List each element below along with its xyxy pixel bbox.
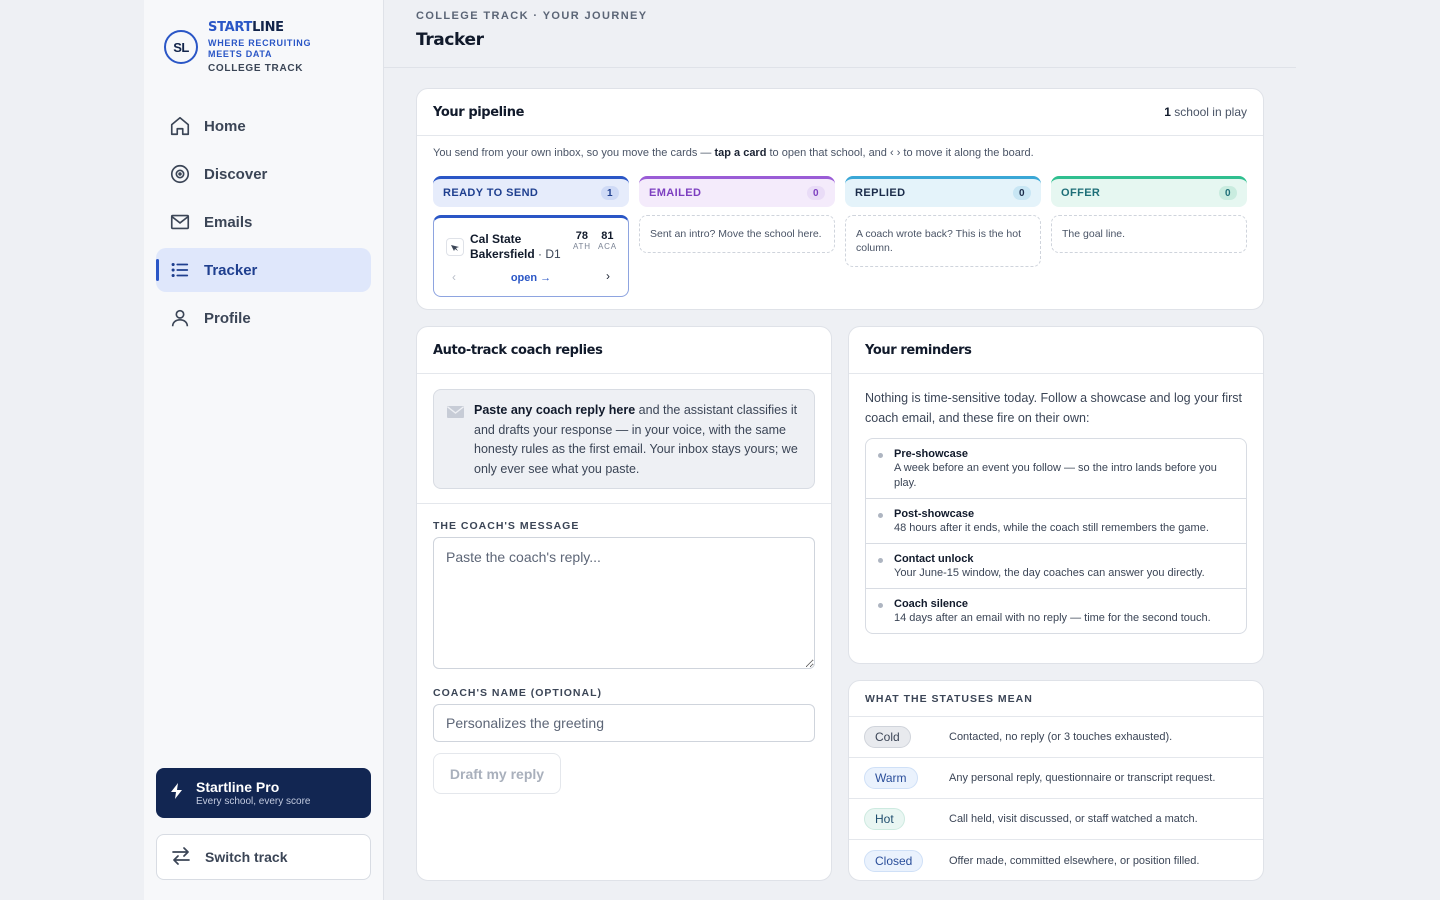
- page-title: Tracker: [416, 30, 484, 50]
- pipeline-card: Your pipeline 1 school in play You send …: [416, 88, 1264, 310]
- sidebar-item-label: Discover: [204, 165, 268, 183]
- brand-logo: SL: [164, 30, 198, 64]
- table-row: Closed Offer made, committed elsewhere, …: [849, 840, 1263, 880]
- column-header: REPLIED 0: [845, 176, 1041, 207]
- home-icon: [168, 114, 192, 138]
- breadcrumb: COLLEGE TRACK · YOUR JOURNEY: [416, 10, 648, 22]
- column-header: EMAILED 0: [639, 176, 835, 207]
- bullet-dot: [878, 603, 883, 608]
- status-description: Call held, visit discussed, or staff wat…: [949, 813, 1198, 825]
- sidebar-item-home[interactable]: Home: [156, 104, 371, 148]
- column-replied: REPLIED 0 A coach wrote back? This is th…: [845, 176, 1041, 267]
- list-item: Pre-showcase A week before an event you …: [866, 439, 1246, 499]
- academic-score: 81 ACA: [598, 230, 617, 251]
- brand[interactable]: SL STARTLINE WHERE RECRUITING MEETS DATA…: [164, 20, 320, 74]
- status-badge: Hot: [864, 808, 905, 830]
- column-count: 1: [601, 186, 619, 200]
- table-row: Warm Any personal reply, questionnaire o…: [849, 758, 1263, 799]
- status-description: Contacted, no reply (or 3 touches exhaus…: [949, 731, 1173, 743]
- switch-track-label: Switch track: [205, 849, 288, 865]
- sidebar-item-label: Tracker: [204, 261, 258, 279]
- column-count: 0: [1219, 186, 1237, 200]
- mail-icon: [168, 210, 192, 234]
- coach-message-label: THE COACH'S MESSAGE: [433, 520, 580, 532]
- list-item: Coach silence 14 days after an email wit…: [866, 589, 1246, 633]
- coach-name-input[interactable]: [433, 704, 815, 742]
- page-header: COLLEGE TRACK · YOUR JOURNEY Tracker: [384, 0, 1296, 68]
- move-right-button[interactable]: ›: [606, 269, 610, 283]
- school-name: Cal State Bakersfield · D1: [470, 232, 561, 261]
- brand-tagline: WHERE RECRUITING MEETS DATA: [208, 38, 312, 59]
- list-icon: [168, 258, 192, 282]
- list-item: Post-showcase 48 hours after it ends, wh…: [866, 499, 1246, 544]
- autotrack-title: Auto-track coach replies: [433, 342, 603, 358]
- sidebar-item-discover[interactable]: Discover: [156, 152, 371, 196]
- sidebar-item-label: Profile: [204, 309, 251, 327]
- bullet-dot: [878, 513, 883, 518]
- table-row: Hot Call held, visit discussed, or staff…: [849, 799, 1263, 840]
- sidebar-nav: Home Discover Emails Tracker Profile: [156, 104, 371, 344]
- sidebar-item-label: Emails: [204, 213, 253, 231]
- autotrack-card: Auto-track coach replies Paste any coach…: [416, 326, 832, 881]
- bolt-icon: [170, 782, 184, 804]
- switch-track-button[interactable]: Switch track: [156, 834, 371, 880]
- column-header: OFFER 0: [1051, 176, 1247, 207]
- coach-name-label: COACH'S NAME (OPTIONAL): [433, 687, 602, 699]
- status-badge: Warm: [864, 767, 918, 789]
- sidebar-item-tracker[interactable]: Tracker: [156, 248, 371, 292]
- sidebar-item-emails[interactable]: Emails: [156, 200, 371, 244]
- status-badge: Closed: [864, 849, 924, 872]
- status-description: Offer made, committed elsewhere, or posi…: [949, 854, 1200, 867]
- pipeline-title: Your pipeline: [433, 104, 525, 120]
- user-icon: [168, 306, 192, 330]
- school-card[interactable]: Cal State Bakersfield · D1 78 ATH 81 ACA…: [433, 215, 629, 297]
- in-play-count: 1 school in play: [1164, 105, 1247, 119]
- pipeline-hint: You send from your own inbox, so you mov…: [433, 147, 1034, 159]
- school-logo-icon: [446, 238, 464, 256]
- reminders-list: Pre-showcase A week before an event you …: [865, 438, 1247, 634]
- autotrack-info: Paste any coach reply here and the assis…: [433, 389, 815, 489]
- reminders-intro: Nothing is time-sensitive today. Follow …: [865, 391, 1243, 425]
- pro-upgrade-button[interactable]: Startline Pro Every school, every score: [156, 768, 371, 818]
- brand-name: STARTLINE: [208, 20, 284, 35]
- column-count: 0: [1013, 186, 1031, 200]
- target-icon: [168, 162, 192, 186]
- statuses-card: WHAT THE STATUSES MEAN Cold Contacted, n…: [848, 680, 1264, 881]
- sidebar-item-label: Home: [204, 117, 246, 135]
- column-offer: OFFER 0 The goal line.: [1051, 176, 1247, 253]
- column-empty-state: The goal line.: [1051, 215, 1247, 253]
- status-description: Any personal reply, questionnaire or tra…: [949, 772, 1216, 784]
- open-school-link[interactable]: open →: [434, 272, 628, 284]
- column-emailed: EMAILED 0 Sent an intro? Move the school…: [639, 176, 835, 253]
- left-gutter: [0, 0, 144, 900]
- coach-message-input[interactable]: [433, 537, 815, 669]
- statuses-title: WHAT THE STATUSES MEAN: [849, 681, 1263, 717]
- sidebar: SL STARTLINE WHERE RECRUITING MEETS DATA…: [144, 0, 384, 900]
- column-empty-state: A coach wrote back? This is the hot colu…: [845, 215, 1041, 267]
- column-empty-state: Sent an intro? Move the school here.: [639, 215, 835, 253]
- draft-reply-button[interactable]: Draft my reply: [433, 753, 561, 794]
- column-header: READY TO SEND 1: [433, 176, 629, 207]
- sidebar-item-profile[interactable]: Profile: [156, 296, 371, 340]
- envelope-icon: [447, 405, 464, 425]
- bullet-dot: [878, 558, 883, 563]
- swap-icon: [171, 846, 191, 868]
- divider: [417, 503, 831, 504]
- bullet-dot: [878, 453, 883, 458]
- brand-track: COLLEGE TRACK: [208, 63, 304, 74]
- list-item: Contact unlock Your June-15 window, the …: [866, 544, 1246, 589]
- column-count: 0: [807, 186, 825, 200]
- pro-subtitle: Every school, every score: [196, 796, 311, 807]
- reminders-title: Your reminders: [865, 342, 972, 358]
- reminders-card: Your reminders Nothing is time-sensitive…: [848, 326, 1264, 664]
- athletic-score: 78 ATH: [573, 230, 591, 251]
- pro-title: Startline Pro: [196, 779, 280, 795]
- column-ready-to-send: READY TO SEND 1 Cal State Bakersfield · …: [433, 176, 629, 297]
- table-row: Cold Contacted, no reply (or 3 touches e…: [849, 717, 1263, 758]
- status-badge: Cold: [864, 726, 911, 748]
